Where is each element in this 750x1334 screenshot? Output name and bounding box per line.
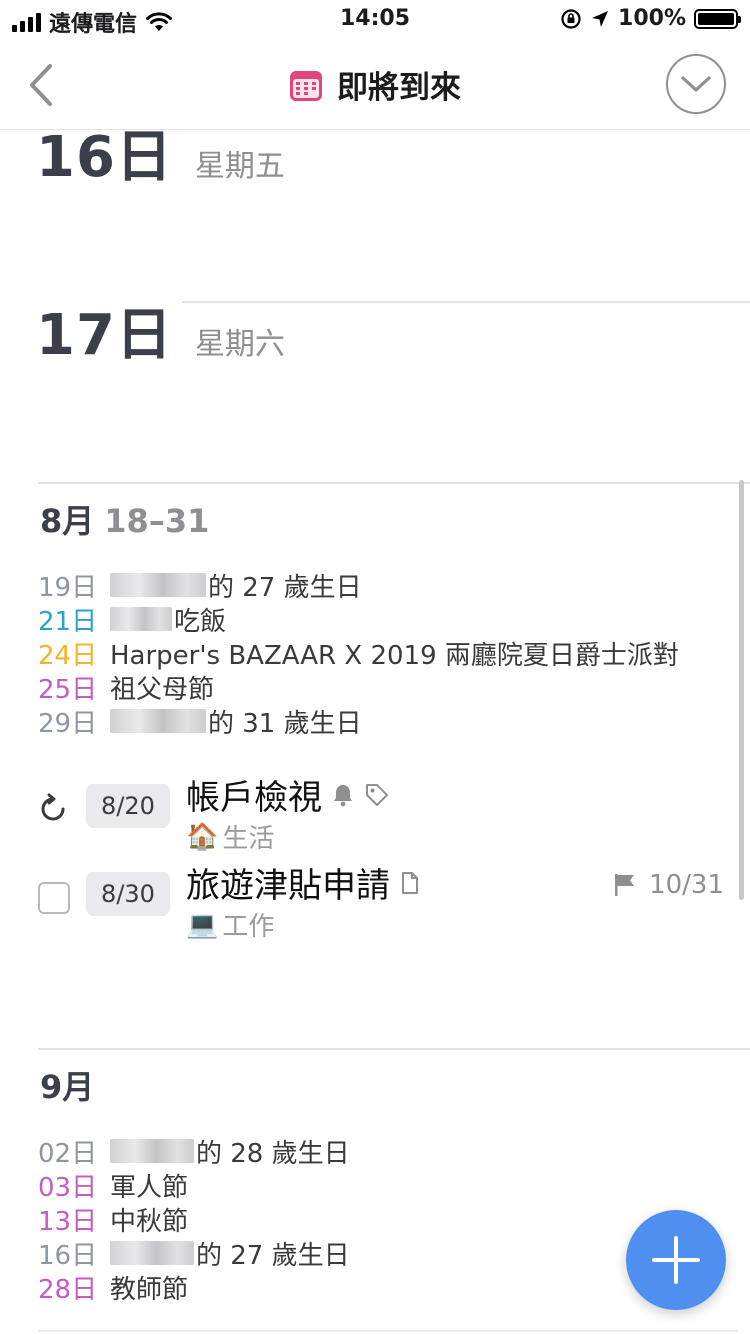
task-title-row: 旅遊津貼申請	[186, 858, 420, 907]
event-title: 的 27 歲生日	[208, 572, 362, 603]
event-date: 13日	[38, 1206, 98, 1237]
calendar-events-august: 19日 的 27 歲生日 21日 吃飯 24日 Harper's BAZAAR …	[38, 568, 679, 739]
task-title-row: 帳戶檢視	[186, 770, 390, 819]
status-bar: 遠傳電信 14:05 100%	[0, 0, 750, 40]
task-list-name: 生活	[222, 824, 275, 854]
calendar-event[interactable]: 02日 的 28 歲生日	[38, 1134, 350, 1169]
calendar-event[interactable]: 16日 的 27 歲生日	[38, 1236, 350, 1271]
flag-icon	[615, 874, 635, 896]
event-title: 的 31 歲生日	[208, 708, 362, 739]
redacted-name	[110, 1139, 194, 1163]
day-header-17: 17日 星期六	[36, 290, 285, 371]
month-range: 18–31	[104, 502, 210, 540]
event-title: 中秋節	[110, 1206, 189, 1237]
day-weekday: 星期五	[194, 149, 285, 184]
month-label: 8月	[40, 502, 95, 540]
calendar-event[interactable]: 25日 祖父母節	[38, 670, 679, 705]
event-date: 28日	[38, 1274, 98, 1305]
task-item[interactable]: 8/30 旅遊津貼申請 10/31 💻 工作	[36, 866, 736, 946]
rotation-lock-icon	[561, 8, 581, 29]
calendar-event[interactable]: 19日 的 27 歲生日	[38, 568, 679, 603]
event-title: 的 27 歲生日	[196, 1240, 350, 1271]
redacted-name	[110, 1241, 194, 1265]
task-date-badge: 8/30	[86, 872, 170, 916]
calendar-event[interactable]: 13日 中秋節	[38, 1202, 350, 1237]
calendar-events-september: 02日 的 28 歲生日 03日 軍人節 13日 中秋節 16日 的 27 歲生…	[38, 1134, 350, 1305]
tag-icon	[366, 783, 388, 806]
scrollbar[interactable]	[739, 480, 744, 900]
page-title: 即將到來	[0, 62, 750, 107]
redacted-name	[110, 573, 206, 597]
status-right: 100%	[560, 6, 741, 31]
plus-icon	[652, 1236, 700, 1284]
event-title: 祖父母節	[110, 674, 215, 705]
task-checkbox[interactable]	[38, 882, 70, 914]
calendar-icon	[290, 70, 322, 101]
chevron-down-icon	[681, 76, 711, 92]
event-date: 19日	[38, 572, 98, 603]
task-title: 旅遊津貼申請	[186, 866, 390, 906]
day-weekday: 星期六	[194, 327, 285, 362]
event-title: 吃飯	[174, 606, 227, 637]
calendar-event[interactable]: 21日 吃飯	[38, 602, 679, 637]
bell-icon	[334, 784, 352, 806]
event-date: 21日	[38, 606, 98, 637]
task-date-badge: 8/20	[86, 784, 170, 828]
battery-icon	[694, 8, 741, 29]
day-number: 16日	[36, 125, 173, 190]
event-title: Harper's BAZAAR X 2019 兩廳院夏日爵士派對	[110, 640, 679, 671]
calendar-event[interactable]: 03日 軍人節	[38, 1168, 350, 1203]
event-title: 的 28 歲生日	[196, 1138, 350, 1169]
event-title: 教師節	[110, 1274, 189, 1305]
month-title-september: 9月	[40, 1062, 94, 1108]
repeat-icon[interactable]	[36, 792, 70, 826]
event-date: 03日	[38, 1172, 98, 1203]
task-deadline: 10/31	[613, 870, 724, 900]
task-item[interactable]: 8/20 帳戶檢視 🏠 生活	[36, 778, 736, 858]
event-date: 29日	[38, 708, 98, 739]
calendar-event[interactable]: 28日 教師節	[38, 1270, 350, 1305]
battery-percent: 100%	[618, 6, 686, 31]
deadline-date: 10/31	[649, 870, 724, 900]
month-title-august: 8月 18–31	[40, 496, 209, 542]
bottom-divider	[38, 1330, 738, 1332]
month-divider	[38, 482, 750, 484]
event-date: 16日	[38, 1240, 98, 1271]
task-list-label: 💻 工作	[186, 906, 274, 943]
event-date: 25日	[38, 674, 98, 705]
add-button[interactable]	[626, 1210, 726, 1310]
redacted-name	[110, 607, 172, 631]
day-header-16: 16日 星期五	[36, 112, 285, 193]
event-title: 軍人節	[110, 1172, 189, 1203]
task-list-label: 🏠 生活	[186, 818, 274, 855]
event-date: 02日	[38, 1138, 98, 1169]
month-label: 9月	[40, 1068, 95, 1106]
laptop-emoji: 💻	[186, 909, 219, 940]
location-icon	[592, 10, 609, 27]
event-date: 24日	[38, 640, 98, 671]
calendar-event[interactable]: 24日 Harper's BAZAAR X 2019 兩廳院夏日爵士派對	[38, 636, 679, 671]
page-title-text: 即將到來	[337, 70, 461, 106]
redacted-name	[110, 709, 206, 733]
day-number: 17日	[36, 303, 173, 368]
calendar-event[interactable]: 29日 的 31 歲生日	[38, 704, 679, 739]
task-list-name: 工作	[222, 912, 275, 942]
complete-button[interactable]	[666, 54, 726, 114]
house-emoji: 🏠	[186, 821, 219, 852]
task-title: 帳戶檢視	[186, 778, 322, 818]
note-icon	[402, 871, 418, 894]
month-divider	[38, 1048, 750, 1050]
